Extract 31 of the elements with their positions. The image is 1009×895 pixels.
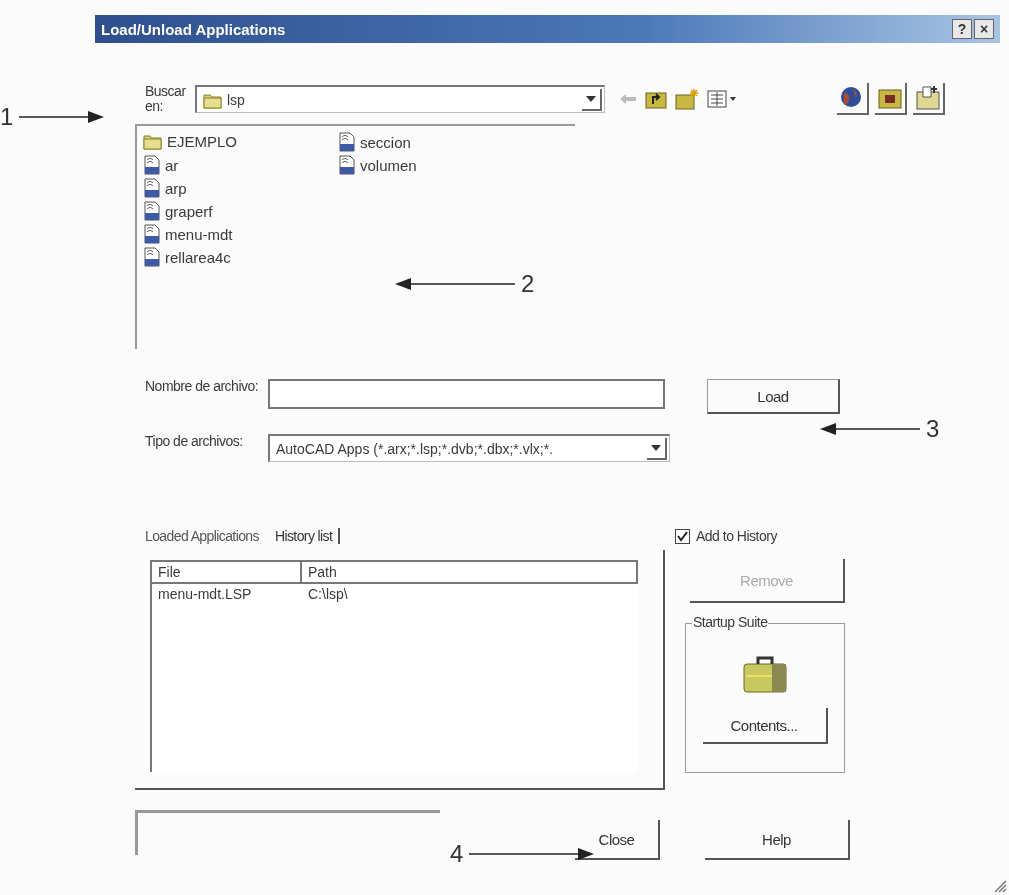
- column-header[interactable]: File: [152, 562, 302, 582]
- checkbox-label: Add to History: [696, 528, 777, 544]
- file-item[interactable]: graperf: [143, 201, 213, 221]
- annotation-number: 3: [926, 415, 940, 443]
- look-in-label: Buscar en:: [145, 84, 187, 114]
- table-cell-text: menu-mdt.LSP: [157, 585, 253, 604]
- file-item[interactable]: rellarea4c: [143, 247, 231, 267]
- tab[interactable]: Loaded Applications: [145, 528, 265, 544]
- file-item[interactable]: ar: [143, 155, 179, 175]
- file-name-label: Nombre de archivo:: [145, 379, 260, 394]
- contents-button[interactable]: Contents...: [702, 708, 828, 744]
- annotation-number: 1: [0, 103, 14, 131]
- table-cell-text: C:\lsp\: [307, 585, 349, 604]
- load-button[interactable]: Load: [707, 379, 840, 414]
- file-item[interactable]: volumen: [338, 155, 417, 175]
- file-item[interactable]: menu-mdt: [143, 224, 233, 244]
- column-header[interactable]: Path: [302, 562, 638, 582]
- annotation-number: 4: [450, 840, 464, 868]
- file-type-dropdown[interactable]: AutoCAD Apps (*.arx;*.lsp;*.dvb;*.dbx;*.vlx;*.: [268, 434, 670, 462]
- help-button[interactable]: ?: [952, 19, 972, 39]
- file-item[interactable]: arp: [143, 178, 187, 198]
- close-button[interactable]: ×: [974, 19, 994, 39]
- group-title: Startup Suite: [692, 614, 769, 630]
- annotation-number: 2: [521, 270, 535, 298]
- help-button[interactable]: Help: [705, 820, 850, 860]
- window-title: Load/Unload Applications: [101, 20, 287, 38]
- look-in-dropdown[interactable]: lsp: [195, 85, 605, 113]
- file-item[interactable]: EJEMPLO: [143, 132, 238, 150]
- file-item[interactable]: seccion: [338, 132, 411, 152]
- file-type-label: Tipo de archivos:: [145, 434, 244, 449]
- tab[interactable]: History list: [274, 528, 341, 544]
